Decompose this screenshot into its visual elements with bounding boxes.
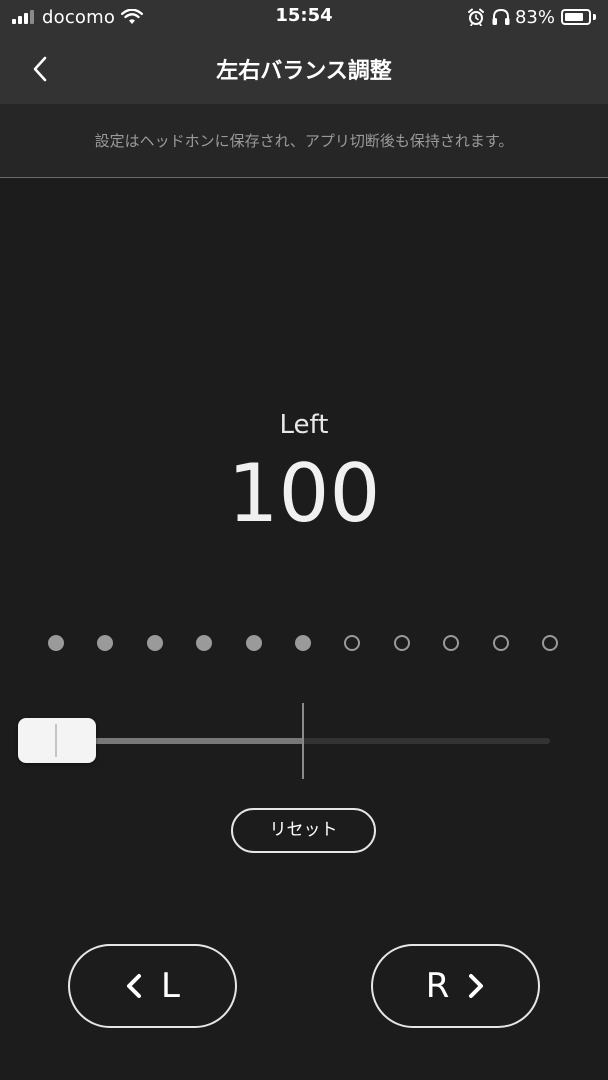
info-bar: 設定はヘッドホンに保存され、アプリ切断後も保持されます。: [0, 104, 608, 178]
chevron-right-icon: [469, 974, 484, 998]
chevron-left-icon: [127, 974, 142, 998]
right-button[interactable]: R: [371, 944, 540, 1028]
level-dot-empty: [443, 635, 459, 651]
level-dot-filled: [246, 635, 262, 651]
level-dot-filled: [48, 635, 64, 651]
battery-icon: [561, 9, 591, 25]
slider-center-tick: [302, 703, 304, 779]
level-dot-empty: [542, 635, 558, 651]
nav-bar: 左右バランス調整: [0, 34, 608, 104]
battery-percent: 83%: [514, 6, 555, 28]
balance-slider-thumb[interactable]: [18, 718, 96, 763]
page-title: 左右バランス調整: [216, 59, 392, 84]
status-right: 83%: [467, 6, 596, 28]
level-dot-filled: [295, 635, 311, 651]
balance-value: 100: [227, 447, 381, 540]
level-dot-empty: [493, 635, 509, 651]
battery-nub: [593, 14, 596, 20]
alarm-icon: [467, 8, 484, 26]
status-bar: docomo 15:54 83%: [0, 0, 608, 34]
info-text: 設定はヘッドホンに保存され、アプリ切断後も保持されます。: [94, 132, 514, 150]
left-button[interactable]: L: [68, 944, 237, 1028]
level-dot-empty: [394, 635, 410, 651]
headphones-icon: [492, 8, 510, 25]
balance-side-label: Left: [279, 410, 329, 440]
battery-fill: [565, 13, 583, 21]
level-dot-filled: [147, 635, 163, 651]
level-dot-empty: [344, 635, 360, 651]
reset-button[interactable]: リセット: [231, 808, 376, 853]
right-button-label: R: [425, 966, 450, 1006]
level-dot-filled: [196, 635, 212, 651]
left-button-label: L: [161, 966, 180, 1006]
level-dot-filled: [97, 635, 113, 651]
